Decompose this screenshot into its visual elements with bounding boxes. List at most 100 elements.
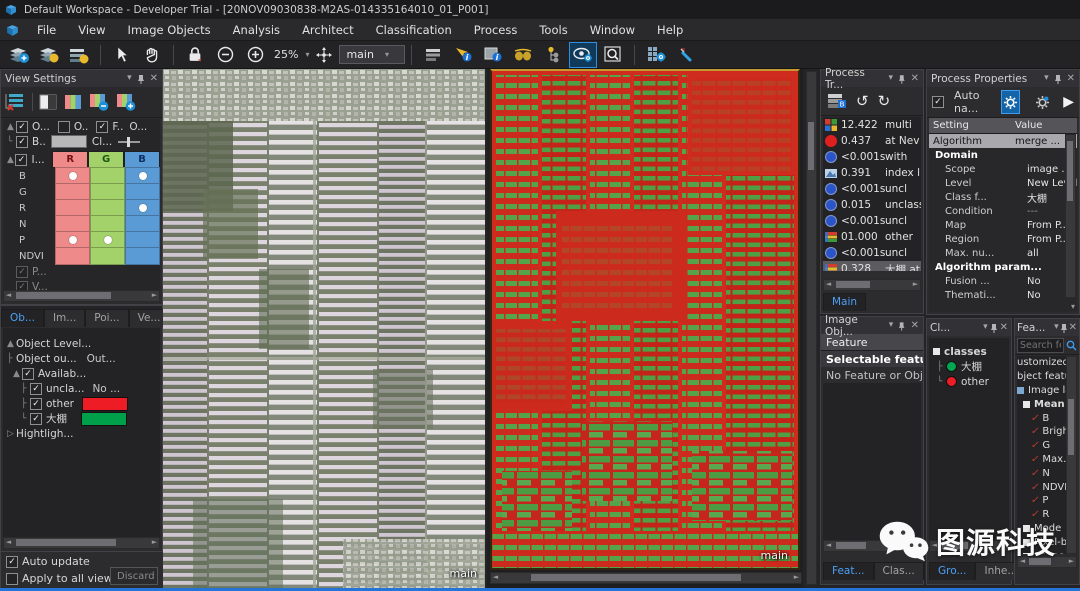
tree-row-class-other[interactable]: └other [929,374,1009,389]
menu-tools[interactable]: Tools [528,20,578,40]
zoom-region-button[interactable] [599,42,627,68]
property-row[interactable]: Class f...大棚 [929,190,1077,204]
checkbox-checked[interactable]: ✓ [30,383,42,395]
pin-icon[interactable] [1054,74,1062,84]
pin-icon[interactable] [990,323,998,333]
zoom-level-value[interactable]: 25% [274,48,298,61]
classification-map-view[interactable]: main [490,69,800,570]
tab-point-clouds[interactable]: Poi... [85,309,128,327]
menu-classification[interactable]: Classification [365,20,463,40]
mix-cell[interactable] [55,247,90,265]
settings-button[interactable] [1034,91,1051,113]
scroll-down-icon[interactable]: ▾ [1071,302,1075,311]
feature-search-input[interactable] [1017,338,1064,353]
tree-row-unclassified[interactable]: ├✓uncla...No ... [3,381,160,396]
mix-cell[interactable] [125,247,160,265]
tree-row-p[interactable]: ✓P... [3,264,160,279]
process-row-selected[interactable]: 0.328大棚 at [823,261,921,271]
object-info-cursor-button[interactable]: i [449,42,477,68]
scrollbar-thumb[interactable] [836,281,870,288]
tree-row-objects[interactable]: ▲ ✓O... O.. ✓F.. O... [3,119,160,134]
apply-all-checkbox[interactable] [6,573,18,585]
menu-help[interactable]: Help [646,20,694,40]
auto-name-checkbox[interactable]: ✓ [932,96,944,108]
map-selector[interactable]: main▾ [339,45,405,64]
dropdown-icon[interactable]: ▾ [1054,323,1059,332]
dropdown-icon[interactable]: ▾ [127,74,132,83]
property-row[interactable]: Algorithmmerge ... [929,134,1077,148]
horizontal-scrollbar[interactable]: ◄► [929,540,1009,552]
vertical-scrollbar[interactable] [806,71,817,585]
view-layout-button[interactable] [419,42,447,68]
tree-row-class-dapeng[interactable]: ├大棚 [929,359,1009,374]
lock-view-button[interactable] [181,42,209,68]
scrollbar-thumb[interactable] [942,542,968,549]
mix-cell[interactable] [90,247,125,265]
layer-row-n[interactable]: N [3,216,160,232]
process-row[interactable]: <0.001suncl [823,181,921,197]
tab-groups[interactable]: Gro... [929,562,975,580]
tab-main[interactable]: Main [823,293,866,311]
scrollbar-thumb[interactable] [808,122,814,170]
pin-icon[interactable] [898,74,906,84]
scroll-right-arrow[interactable]: ► [150,291,159,300]
layer-stack-button[interactable] [35,42,63,68]
dropdown-icon[interactable]: ▾ [983,323,988,332]
layer-row-ndvi[interactable]: NDVI [3,248,160,264]
pin-icon[interactable] [1060,323,1068,333]
edit-thematic-button[interactable] [672,42,700,68]
layer-list-button[interactable] [65,42,93,68]
dropdown-icon[interactable]: ▾ [1044,74,1049,83]
tree-row-highlight[interactable]: ▷Hightligh... [3,426,160,441]
transparency-slider[interactable] [118,141,140,143]
close-icon[interactable]: ✕ [1069,323,1077,333]
property-row[interactable]: Max. nu...all [929,246,1077,260]
color-swatch[interactable] [51,135,87,148]
property-group-row[interactable]: Domain [929,148,1077,162]
checkbox-checked[interactable]: ✓ [16,136,28,148]
pin-icon[interactable] [898,321,905,331]
property-row[interactable]: MapFrom P... [929,218,1077,232]
compare-view-button[interactable] [509,42,537,68]
expand-icon[interactable]: ▲ [13,369,22,379]
scrollbar-thumb[interactable] [16,539,116,546]
scrollbar-thumb[interactable] [836,542,866,549]
checkbox-checked[interactable]: ✓ [22,368,34,380]
checkbox-checked[interactable]: ✓ [30,398,42,410]
tree-row-available[interactable]: ▲✓Availab... [3,366,160,381]
close-icon[interactable]: ✕ [150,74,158,84]
scrollbar-thumb[interactable] [16,292,111,299]
scrollbar-thumb[interactable] [1068,399,1074,455]
scroll-right-arrow[interactable]: ► [792,573,801,582]
new-scene-button[interactable] [5,42,33,68]
property-row[interactable]: Fusion ...No [929,274,1077,288]
menu-file[interactable]: File [26,20,67,40]
mix-three-layers-icon[interactable] [63,93,83,111]
mix-column-red[interactable]: R [52,151,88,168]
tree-row-boundary[interactable]: └ ✓B.. Cl... [3,134,160,149]
search-icon[interactable] [1066,340,1077,351]
menu-process[interactable]: Process [463,20,529,40]
property-group-row[interactable]: Algorithm param... [929,260,1077,274]
pin-icon[interactable] [137,74,145,84]
property-row[interactable]: Scopeimage ... [929,162,1077,176]
property-row[interactable]: Themati...No [929,288,1077,302]
tree-row-object-level[interactable]: ▲Object Level... [3,336,160,351]
vertical-scrollbar[interactable] [1066,356,1077,554]
process-row[interactable]: 12.422multi [823,117,921,133]
tree-row-classes-root[interactable]: classes [929,344,1009,359]
mix-column-blue[interactable]: B [124,151,160,168]
redo-icon[interactable]: ↻ [878,92,891,110]
dropdown-icon[interactable]: ▾ [889,321,894,330]
menu-view[interactable]: View [67,20,116,40]
scrollbar-thumb[interactable] [531,574,741,581]
menu-window[interactable]: Window [579,20,646,40]
zoom-dropdown-icon[interactable]: ▾ [305,50,309,59]
execute-play-icon[interactable]: ▶ [1063,94,1074,110]
tab-features[interactable]: Feat... [823,562,874,580]
checkbox-checked[interactable]: ✓ [16,121,28,133]
class-color-swatch-red[interactable] [82,397,128,411]
discard-button[interactable]: Discard [110,567,158,585]
horizontal-scrollbar[interactable]: ◄► [1017,556,1077,568]
process-row[interactable]: 01.000other [823,229,921,245]
